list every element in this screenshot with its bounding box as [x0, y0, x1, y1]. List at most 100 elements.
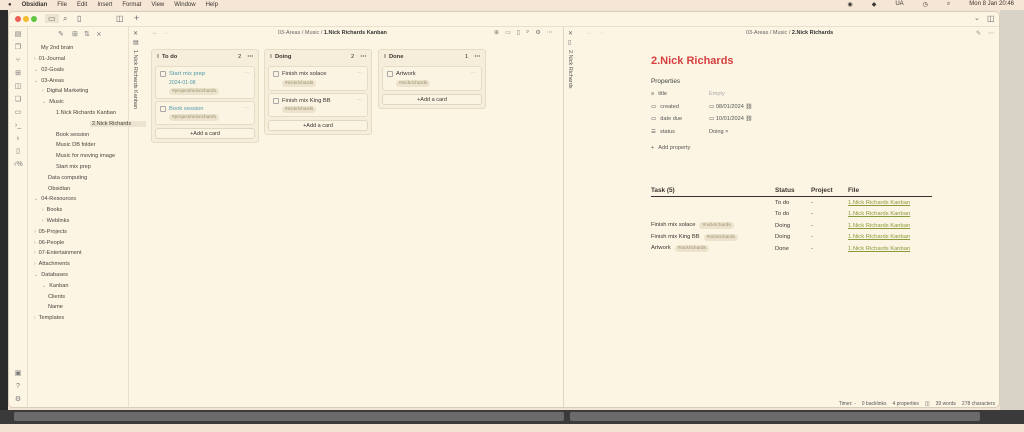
chevron-icon[interactable]: ⌄: [34, 67, 38, 73]
kanban-card[interactable]: Book session ⋯ #project/nickrichards: [155, 100, 255, 126]
tree-item[interactable]: › 05-Projects: [34, 229, 67, 235]
more-options-icon[interactable]: ⋯: [244, 105, 249, 111]
chevron-icon[interactable]: ⌄: [34, 78, 38, 84]
apple-icon[interactable]: ●: [8, 2, 12, 8]
card-checkbox[interactable]: [387, 71, 393, 77]
note-title[interactable]: 2.Nick Richards: [651, 55, 734, 67]
card-tag[interactable]: #nickrichards: [282, 79, 317, 87]
properties-heading[interactable]: Properties: [651, 78, 680, 85]
menu-help[interactable]: Help: [206, 2, 218, 8]
column-header[interactable]: ⁞ To do 2 ⋯: [152, 50, 258, 64]
microphone-icon[interactable]: ♁: [14, 135, 22, 143]
tree-item[interactable]: ⌄ 03-Areas: [34, 78, 64, 84]
add-card-button[interactable]: +Add a card: [155, 128, 255, 140]
markdown-icon[interactable]: ▯: [517, 29, 520, 36]
tree-item[interactable]: Data computing: [48, 175, 87, 181]
property-key[interactable]: title: [658, 91, 667, 97]
tree-item[interactable]: › Templates: [34, 315, 64, 321]
task-tag[interactable]: #nickrichards: [699, 222, 734, 230]
new-tab-button[interactable]: +: [134, 13, 139, 23]
more-options-icon[interactable]: ⋯: [244, 70, 249, 76]
card-title[interactable]: Start mix prep: [169, 71, 205, 77]
chevron-icon[interactable]: ⌄: [34, 196, 38, 202]
breadcrumb-item[interactable]: Music: [773, 30, 787, 36]
property-key[interactable]: created: [660, 104, 679, 110]
status-icon[interactable]: ◉: [847, 1, 852, 8]
column-header[interactable]: ⁞ Doing 2 ⋯: [265, 50, 371, 64]
chevron-icon[interactable]: ⌄: [42, 283, 46, 289]
tree-item[interactable]: › Attachments: [34, 261, 70, 267]
chevron-icon[interactable]: ›: [34, 261, 36, 267]
menu-view[interactable]: View: [151, 2, 164, 8]
header-file[interactable]: File: [848, 187, 859, 194]
column-header[interactable]: ⁞ Done 1 ⋯: [379, 50, 485, 64]
tree-item[interactable]: Start mix prep: [56, 164, 91, 170]
breadcrumb-item[interactable]: Music: [305, 30, 319, 36]
collapse-icon[interactable]: ⨯: [96, 30, 102, 38]
terminal-icon[interactable]: ›_: [14, 122, 22, 130]
vault-icon[interactable]: ▣: [14, 370, 22, 378]
tree-item[interactable]: Music for moving image: [56, 153, 115, 159]
timer[interactable]: Timer: -: [839, 401, 856, 407]
property-value[interactable]: 10/01/2024: [716, 116, 744, 122]
right-sidebar-toggle-icon[interactable]: ◫: [987, 14, 995, 23]
card-title[interactable]: Finish mix solace: [282, 71, 326, 77]
menu-app[interactable]: Obsidian: [22, 2, 48, 8]
reading-icon[interactable]: ◫: [925, 401, 930, 407]
sort-icon[interactable]: ⇅: [84, 30, 90, 38]
file-link[interactable]: 1.Nick Richards Kanban: [848, 223, 910, 229]
card-checkbox[interactable]: [160, 71, 166, 77]
code-icon[interactable]: ‹%: [14, 161, 23, 169]
add-card-button[interactable]: +Add a card: [268, 120, 368, 132]
close-icon[interactable]: ✕: [133, 30, 138, 37]
card-tag[interactable]: #project/nickrichards: [169, 87, 219, 95]
dashboard-icon[interactable]: ▤: [14, 31, 22, 39]
tree-item[interactable]: Name: [48, 304, 63, 310]
back-icon[interactable]: ←: [587, 30, 593, 36]
tree-item[interactable]: Clients: [48, 294, 65, 300]
vertical-tab-note[interactable]: 2.Nick Richards: [567, 50, 573, 89]
minimize-window-button[interactable]: [23, 16, 29, 22]
card-title[interactable]: Finish mix King BB: [282, 98, 331, 104]
settings-icon[interactable]: ⚙: [535, 29, 540, 36]
search-icon[interactable]: ⌕: [63, 14, 67, 24]
tree-item[interactable]: Obsidian: [48, 186, 70, 192]
tree-item[interactable]: ⌄ Databases: [34, 272, 68, 278]
property-value[interactable]: Empty: [709, 91, 725, 97]
bookmark-icon[interactable]: ▯: [77, 14, 81, 23]
property-value[interactable]: 08/01/2024: [716, 104, 744, 110]
kanban-card[interactable]: Artwork ⋯ #nickrichards: [382, 66, 482, 91]
file-link[interactable]: 1.Nick Richards Kanban: [848, 200, 910, 206]
breadcrumb-item[interactable]: 03-Areas: [746, 30, 768, 36]
card-tag[interactable]: #nickrichards: [282, 106, 317, 114]
header-project[interactable]: Project: [811, 187, 848, 194]
graph-icon[interactable]: ⑂: [14, 57, 22, 65]
chevron-icon[interactable]: ›: [42, 88, 44, 94]
task-tag[interactable]: #nickrichards: [703, 233, 738, 241]
card-title[interactable]: Book session: [169, 106, 203, 112]
card-title[interactable]: Artwork: [396, 71, 416, 77]
chevron-icon[interactable]: ›: [34, 229, 36, 235]
settings-icon[interactable]: ⚙: [14, 396, 22, 404]
back-icon[interactable]: ←: [152, 30, 158, 36]
card-tag[interactable]: #project/nickrichards: [169, 114, 219, 122]
property-key[interactable]: date due: [660, 116, 682, 122]
more-options-icon[interactable]: ⋯: [357, 70, 362, 76]
menu-window[interactable]: Window: [174, 2, 195, 8]
clock-icon[interactable]: ◷: [923, 1, 928, 8]
breadcrumb-item[interactable]: 03-Areas: [278, 30, 300, 36]
drag-handle-icon[interactable]: ⁞: [270, 54, 272, 60]
kanban-card[interactable]: Start mix prep ⋯ 2024-01-08 #project/nickri…: [155, 66, 255, 99]
canvas-icon[interactable]: ⊞: [14, 70, 22, 78]
vertical-tab-kanban[interactable]: 1.Nick Richards Kanban: [132, 50, 138, 109]
tree-item[interactable]: › 07-Entertainment: [34, 250, 82, 256]
close-icon[interactable]: ✕: [568, 30, 573, 37]
drag-handle-icon[interactable]: ⁞: [384, 54, 386, 60]
kanban-card[interactable]: Finish mix solace ⋯ #nickrichards: [268, 66, 368, 91]
book-icon[interactable]: ▯: [14, 148, 22, 156]
chevron-icon[interactable]: ⌄: [34, 272, 38, 278]
chevron-icon[interactable]: ›: [42, 218, 44, 224]
header-task[interactable]: Task (5): [651, 187, 775, 194]
copy-icon[interactable]: ❏: [14, 96, 22, 104]
more-options-icon[interactable]: ⋯: [547, 29, 553, 36]
